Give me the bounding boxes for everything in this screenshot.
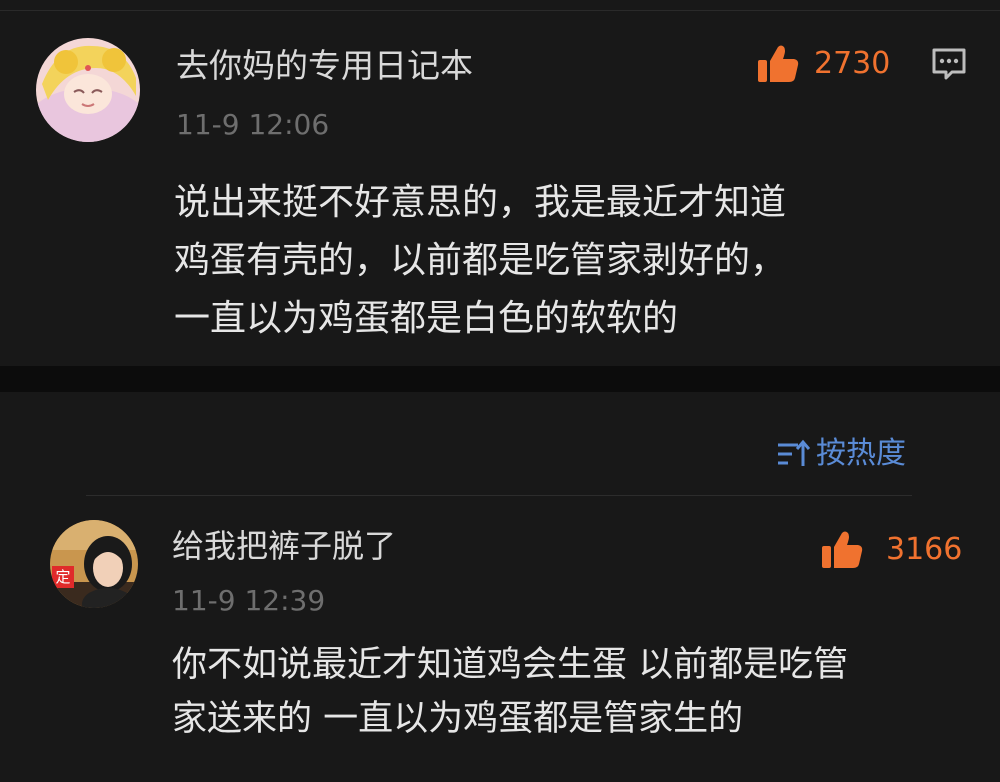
- avatar-badge: 定: [55, 568, 71, 586]
- sort-icon: [778, 439, 810, 466]
- username[interactable]: 给我把裤子脱了: [172, 526, 396, 566]
- avatar-image: [50, 520, 138, 608]
- comment-line-3: 一直以为鸡蛋都是白色的软软的: [174, 298, 679, 339]
- like-count: 2730: [814, 46, 891, 81]
- reply-line-1: 你不如说最近才知道鸡会生蛋 以前都是吃管: [172, 645, 849, 685]
- timestamp: 11-9 12:06: [176, 108, 330, 141]
- like-button[interactable]: 3166: [820, 530, 962, 570]
- reply-line-2: 家送来的 一直以为鸡蛋都是管家生的: [172, 699, 744, 739]
- thumbs-up-icon: [822, 531, 863, 568]
- divider: [86, 495, 912, 496]
- top-divider: [0, 10, 1000, 11]
- timestamp: 11-9 12:39: [172, 584, 326, 617]
- avatar-image: [36, 38, 140, 142]
- comment-line-1: 说出来挺不好意思的，我是最近才知道: [174, 182, 787, 223]
- thumbs-up-icon: [758, 45, 799, 82]
- main-comment: 去你妈的专用日记本 11-9 12:06 2730 说出来挺不好意思的，我是最近…: [0, 0, 1000, 366]
- sort-label: 按热度: [816, 436, 906, 471]
- avatar[interactable]: 定: [50, 520, 138, 608]
- sort-button[interactable]: 按热度: [776, 434, 906, 474]
- avatar[interactable]: [36, 38, 140, 142]
- comment-icon[interactable]: [930, 46, 968, 82]
- comment-line-2: 鸡蛋有壳的，以前都是吃管家剥好的，: [174, 240, 787, 281]
- comment-thread: 去你妈的专用日记本 11-9 12:06 2730 说出来挺不好意思的，我是最近…: [0, 0, 1000, 782]
- username[interactable]: 去你妈的专用日记本: [176, 46, 473, 86]
- section-gap: [0, 366, 1000, 392]
- like-count: 3166: [886, 532, 963, 567]
- like-button[interactable]: 2730: [756, 44, 890, 84]
